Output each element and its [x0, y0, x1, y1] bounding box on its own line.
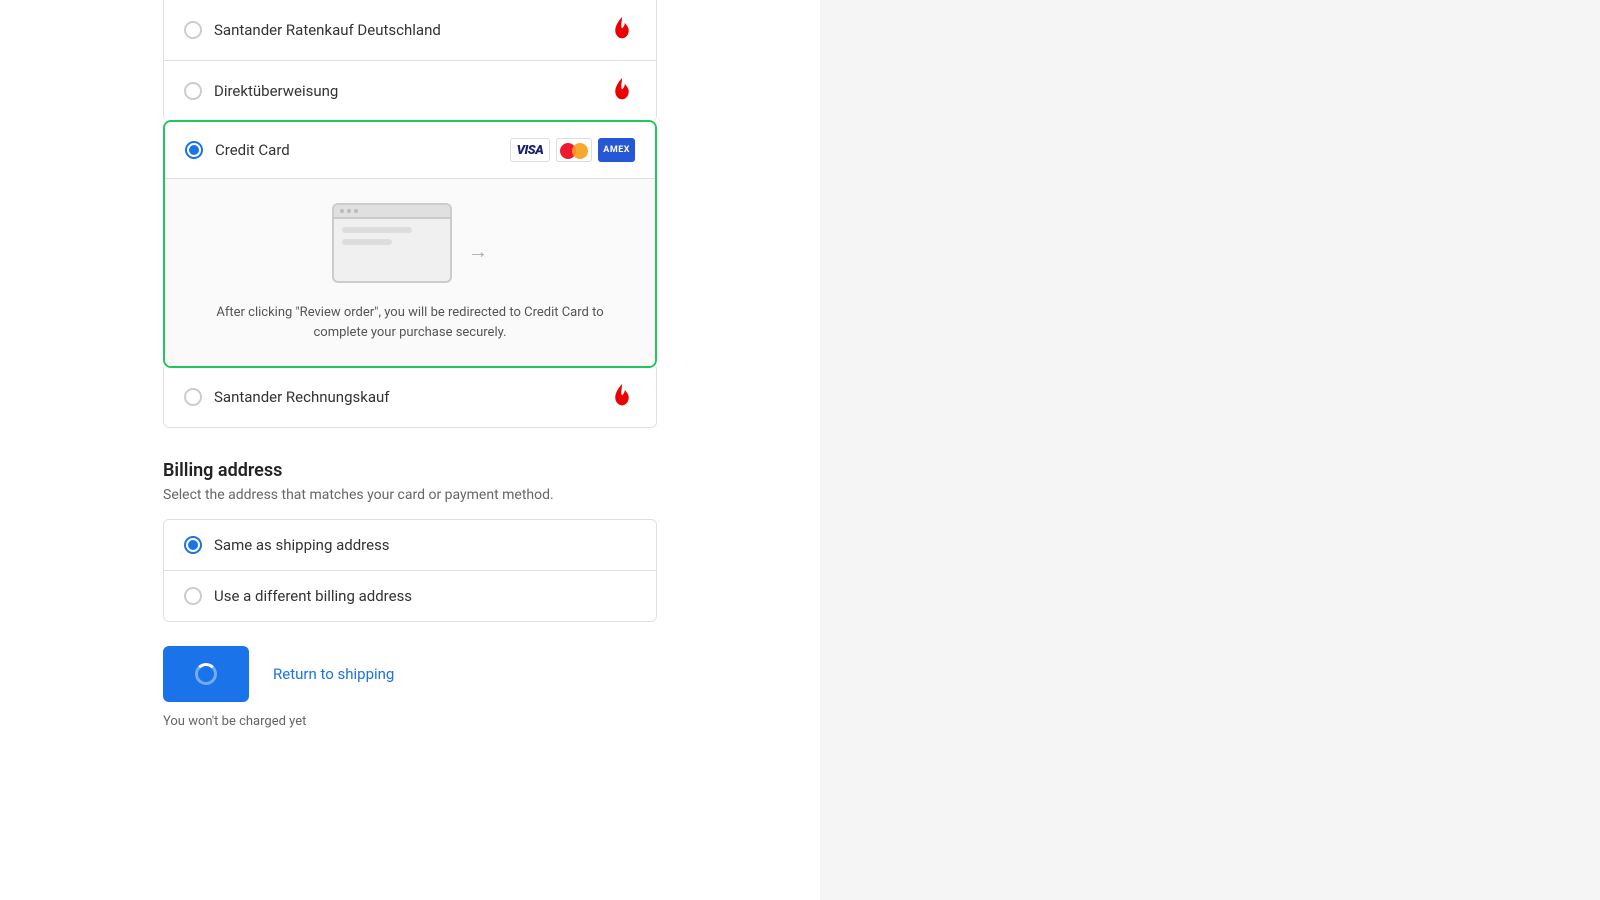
browser-mockup — [332, 203, 452, 283]
radio-credit-card[interactable] — [185, 141, 203, 159]
redirect-description: After clicking "Review order", you will … — [210, 303, 610, 342]
radio-santander-ratenkauf[interactable] — [184, 21, 202, 39]
not-charged-notice: You won't be charged yet — [163, 714, 657, 729]
amex-logo: AMEX — [598, 138, 635, 162]
same-shipping-label: Same as shipping address — [214, 536, 390, 554]
redirect-arrow — [460, 239, 488, 264]
mastercard-logo — [556, 138, 592, 162]
billing-title: Billing address — [163, 460, 657, 481]
payment-option-label: Direktüberweisung — [214, 82, 338, 100]
credit-card-redirect-info: After clicking "Review order", you will … — [165, 178, 655, 366]
santander-rechnung-label: Santander Rechnungskauf — [214, 388, 389, 406]
santander-flame-icon-2 — [608, 77, 636, 105]
santander-flame-icon-3 — [608, 383, 636, 411]
radio-same-shipping[interactable] — [184, 536, 202, 554]
billing-option-same-shipping[interactable]: Same as shipping address — [164, 520, 656, 571]
payment-option-label: Santander Ratenkauf Deutschland — [214, 21, 441, 39]
return-to-shipping-link[interactable]: Return to shipping — [273, 665, 394, 683]
card-logos: VISA AMEX — [510, 138, 635, 162]
santander-flame-icon — [608, 16, 636, 44]
right-panel — [820, 0, 1600, 900]
payment-option-santander-ratenkauf[interactable]: Santander Ratenkauf Deutschland — [164, 0, 656, 61]
visa-logo: VISA — [510, 138, 551, 162]
radio-different-address[interactable] — [184, 587, 202, 605]
credit-card-label: Credit Card — [215, 141, 290, 159]
billing-option-different-address[interactable]: Use a different billing address — [164, 571, 656, 621]
submit-button[interactable] — [163, 646, 249, 702]
billing-options-list: Same as shipping address Use a different… — [163, 519, 657, 622]
radio-direktueberweisung[interactable] — [184, 82, 202, 100]
action-row: Return to shipping — [163, 646, 657, 702]
credit-card-section: Credit Card VISA AMEX — [163, 120, 657, 368]
billing-address-section: Billing address Select the address that … — [163, 460, 657, 622]
payment-option-santander-rechnung[interactable]: Santander Rechnungskauf — [164, 367, 656, 427]
different-address-label: Use a different billing address — [214, 587, 412, 605]
redirect-visual — [332, 203, 488, 299]
payment-option-credit-card[interactable]: Credit Card VISA AMEX — [165, 122, 655, 178]
payment-option-direktueberweisung[interactable]: Direktüberweisung — [164, 61, 656, 121]
radio-santander-rechnung[interactable] — [184, 388, 202, 406]
billing-subtitle: Select the address that matches your car… — [163, 487, 657, 503]
loading-spinner — [195, 663, 217, 685]
